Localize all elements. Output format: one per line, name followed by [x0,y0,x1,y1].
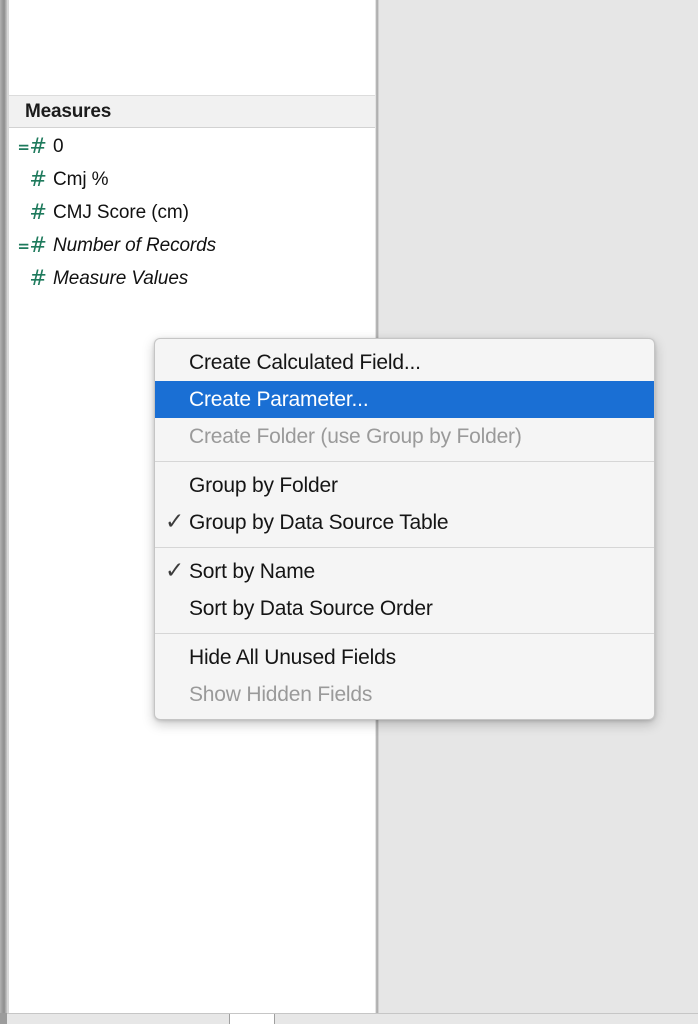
bottom-tab-active[interactable] [229,1014,275,1024]
measure-field-label: CMJ Score (cm) [53,201,189,223]
measure-field-row[interactable]: # Cmj % [9,163,375,196]
menu-item-group-by-data-source-table[interactable]: ✓ Group by Data Source Table [155,504,654,541]
measure-field-row[interactable]: # CMJ Score (cm) [9,196,375,229]
number-icon: # [29,266,47,290]
menu-item-create-calculated-field[interactable]: Create Calculated Field... [155,344,654,381]
menu-item-label: Sort by Name [189,559,315,583]
menu-item-label: Create Folder (use Group by Folder) [189,424,522,448]
menu-item-show-hidden-fields: Show Hidden Fields [155,676,654,713]
number-calculated-icon: # = [17,233,47,257]
checkmark-icon: ✓ [165,509,185,535]
menu-item-label: Create Calculated Field... [189,350,421,374]
menu-item-label: Group by Data Source Table [189,510,449,534]
menu-separator [155,461,654,462]
application-window: Measures # = 0 # Cmj % # CMJ Score (cm) # = Numbe… [0,0,698,1024]
measures-section-header-label: Measures [25,101,112,122]
measure-field-row[interactable]: # = 0 [9,130,375,163]
menu-item-create-parameter[interactable]: Create Parameter... [155,381,654,418]
menu-item-create-folder: Create Folder (use Group by Folder) [155,418,654,455]
measure-field-label: Number of Records [53,234,217,256]
menu-item-label: Sort by Data Source Order [189,596,433,620]
measure-field-row[interactable]: # = Number of Records [9,229,375,262]
measure-field-row[interactable]: # Measure Values [9,262,375,295]
menu-item-label: Create Parameter... [189,387,369,411]
menu-item-group-by-folder[interactable]: Group by Folder [155,467,654,504]
menu-item-label: Show Hidden Fields [189,682,373,706]
measures-field-list: # = 0 # Cmj % # CMJ Score (cm) # = Number of Reco… [9,130,375,295]
measures-section-header[interactable]: Measures [9,95,375,128]
menu-item-label: Hide All Unused Fields [189,645,396,669]
menu-item-hide-all-unused-fields[interactable]: Hide All Unused Fields [155,639,654,676]
menu-separator [155,547,654,548]
menu-item-sort-by-name[interactable]: ✓ Sort by Name [155,553,654,590]
measure-field-label: Cmj % [53,168,109,190]
menu-separator [155,633,654,634]
checkmark-icon: ✓ [165,558,185,584]
menu-item-label: Group by Folder [189,473,338,497]
bottom-tab-strip [0,1013,698,1024]
menu-item-sort-by-data-source-order[interactable]: Sort by Data Source Order [155,590,654,627]
measure-field-label: Measure Values [53,267,189,289]
window-left-edge [0,0,7,1013]
number-icon: # [29,200,47,224]
bottom-tab-strip-left-edge [0,1013,7,1024]
number-calculated-icon: # = [17,134,47,158]
field-list-context-menu[interactable]: Create Calculated Field... Create Paramet… [154,338,655,720]
number-icon: # [29,167,47,191]
measure-field-label: 0 [53,135,64,157]
